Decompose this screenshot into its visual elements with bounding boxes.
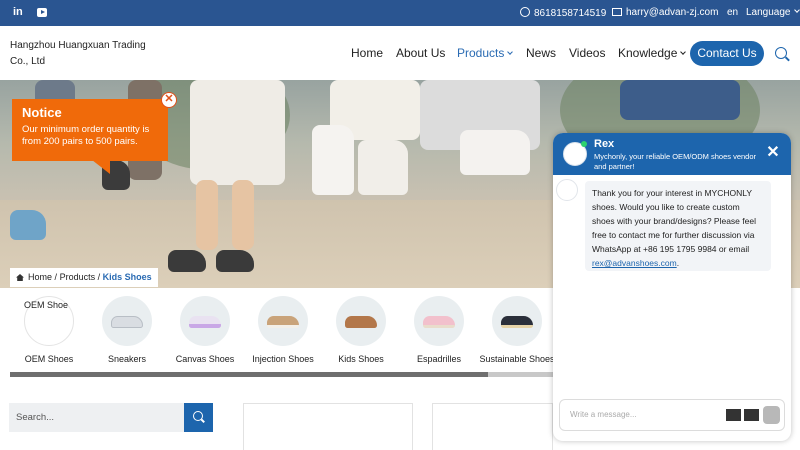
avatar xyxy=(556,179,578,201)
category-label: OEM Shoes xyxy=(24,354,74,364)
agent-name: Rex xyxy=(594,138,615,150)
chevron-down-icon xyxy=(680,49,687,55)
site-header: Hangzhou Huangxuan Trading Co., Ltd Home… xyxy=(0,26,800,80)
breadcrumb-separator: / xyxy=(54,272,58,282)
linkedin-icon[interactable]: in xyxy=(13,6,23,19)
social-links: in xyxy=(13,6,47,19)
nav-knowledge[interactable]: Knowledge xyxy=(618,46,687,60)
oem-alt-text: OEM Shoe xyxy=(24,300,69,310)
language-selector[interactable]: Language xyxy=(746,7,800,18)
kids-shoe xyxy=(358,140,408,195)
phone-number: 8618158714519 xyxy=(534,8,607,19)
attachment-icon[interactable] xyxy=(744,409,759,421)
product-card[interactable] xyxy=(243,403,413,450)
child-leg xyxy=(196,180,218,250)
category-label: Canvas Shoes xyxy=(175,354,235,364)
language-code: en xyxy=(727,7,739,18)
nav-about-us[interactable]: About Us xyxy=(396,46,445,60)
youtube-icon[interactable] xyxy=(36,8,47,17)
category-image xyxy=(492,296,542,346)
nav-products-label: Products xyxy=(457,46,505,60)
nav-videos[interactable]: Videos xyxy=(569,46,605,60)
nav-knowledge-label: Knowledge xyxy=(618,46,678,60)
search-button[interactable] xyxy=(184,403,213,432)
message-composer: Write a message... xyxy=(559,399,785,431)
category-image xyxy=(414,296,464,346)
chat-header: Rex Mychonly, your reliable OEM/ODM shoe… xyxy=(553,133,791,175)
category-label: Sneakers xyxy=(107,354,147,364)
kids-shoe xyxy=(460,130,530,175)
notice-title: Notice xyxy=(22,105,62,120)
shoe-image xyxy=(111,316,143,328)
kids-shoe xyxy=(312,125,354,195)
message-input[interactable]: Write a message... xyxy=(570,410,637,419)
category-injection-shoes[interactable]: Injection Shoes xyxy=(243,296,323,364)
email-contact[interactable]: harry@advan-zj.com xyxy=(612,7,718,18)
category-label: Sustainable Shoes xyxy=(479,354,555,364)
search-icon xyxy=(193,411,203,421)
close-icon[interactable]: ✕ xyxy=(765,145,781,161)
kids-shoe xyxy=(216,250,254,272)
emoji-icon[interactable] xyxy=(726,409,741,421)
chevron-down-icon xyxy=(793,7,800,13)
kids-shoe xyxy=(10,210,46,240)
nav-home[interactable]: Home xyxy=(351,46,383,60)
category-kids-shoes[interactable]: Kids Shoes xyxy=(321,296,401,364)
category-label: Injection Shoes xyxy=(252,354,314,364)
email-address: harry@advan-zj.com xyxy=(626,7,719,18)
breadcrumb: Home / Products / Kids Shoes xyxy=(10,268,158,287)
notice-popup: Notice Our minimum order quantity is fro… xyxy=(12,99,168,161)
message-text: Thank you for your interest in MYCHONLY … xyxy=(592,188,756,254)
breadcrumb-home[interactable]: Home xyxy=(28,272,52,282)
category-label: Kids Shoes xyxy=(338,354,384,364)
child-jeans xyxy=(620,80,740,120)
breadcrumb-products[interactable]: Products xyxy=(60,272,96,282)
category-sustainable-shoes[interactable]: Sustainable Shoes xyxy=(477,296,557,364)
nav-products[interactable]: Products xyxy=(457,46,514,60)
whatsapp-icon xyxy=(520,7,530,17)
category-image xyxy=(258,296,308,346)
home-icon xyxy=(16,274,24,281)
language-label: Language xyxy=(746,7,791,18)
phone-contact[interactable]: 8618158714519 xyxy=(520,7,606,19)
brand-name[interactable]: Hangzhou Huangxuan Trading Co., Ltd xyxy=(10,38,160,70)
chevron-down-icon xyxy=(507,49,514,55)
shoe-image xyxy=(267,316,299,328)
category-image xyxy=(102,296,152,346)
email-link[interactable]: rex@advanshoes.com xyxy=(592,258,677,268)
child-leg xyxy=(232,180,254,250)
breadcrumb-current: Kids Shoes xyxy=(102,272,152,282)
notice-text: Our minimum order quantity is from 200 p… xyxy=(22,124,150,147)
search-icon[interactable] xyxy=(775,47,787,59)
category-espadrilles[interactable]: Espadrilles xyxy=(399,296,479,364)
shoe-image xyxy=(501,316,533,328)
category-label: Espadrilles xyxy=(416,354,462,364)
agent-subtitle: Mychonly, your reliable OEM/ODM shoes ve… xyxy=(594,152,757,171)
category-image xyxy=(336,296,386,346)
close-icon[interactable]: ✕ xyxy=(161,92,177,108)
category-canvas-shoes[interactable]: Canvas Shoes xyxy=(165,296,245,364)
breadcrumb-separator: / xyxy=(97,272,101,282)
shoe-image xyxy=(423,316,455,328)
scrollbar-thumb[interactable] xyxy=(10,372,488,377)
send-button[interactable] xyxy=(763,406,780,424)
shoe-image xyxy=(345,316,377,328)
category-image xyxy=(180,296,230,346)
chat-message: Thank you for your interest in MYCHONLY … xyxy=(585,181,771,271)
child-shorts xyxy=(190,80,285,185)
online-status-dot xyxy=(581,141,587,147)
product-card[interactable] xyxy=(432,403,553,450)
top-bar: in 8618158714519 harry@advan-zj.com en L… xyxy=(0,0,800,26)
search-input[interactable]: Search... xyxy=(9,403,184,432)
chat-widget: Rex Mychonly, your reliable OEM/ODM shoe… xyxy=(553,133,791,441)
notice-tail xyxy=(92,160,110,174)
nav-news[interactable]: News xyxy=(526,46,556,60)
kids-shoe xyxy=(168,250,206,272)
shoe-image xyxy=(189,316,221,328)
category-sneakers[interactable]: Sneakers xyxy=(87,296,167,364)
contact-us-button[interactable]: Contact Us xyxy=(690,41,764,66)
mail-icon xyxy=(612,8,622,16)
